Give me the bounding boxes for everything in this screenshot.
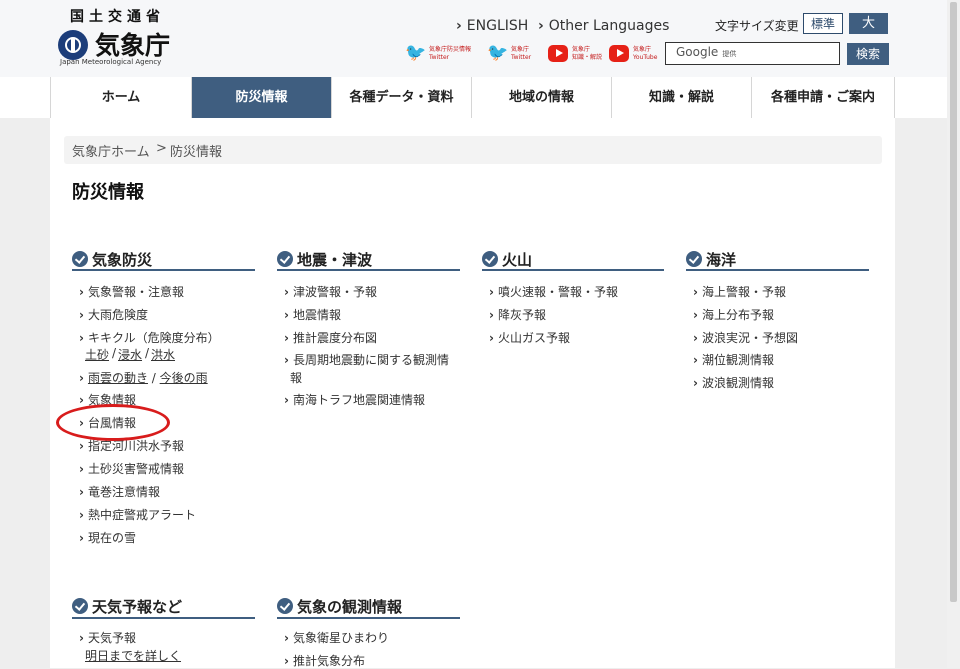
link-forecast-detail[interactable]: 明日までを詳しく [85,647,181,664]
youtube-icon [609,45,629,62]
check-circle-icon [277,251,293,267]
breadcrumb-home-link[interactable]: 気象庁ホーム [72,141,150,160]
page-title: 防災情報 [72,182,144,203]
link-marine-warning[interactable]: › 海上警報・予報 [693,283,786,300]
search-button[interactable]: 検索 [847,43,889,65]
link-kikikuru[interactable]: › キキクル（危険度分布） [79,329,220,346]
nav-home[interactable]: ホーム [50,77,191,118]
link-himawari[interactable]: › 気象衛星ひまわり [284,629,389,646]
main-content [50,118,895,668]
google-search-brand: Google 提供 [676,45,737,59]
link-tsunami-warning[interactable]: › 津波警報・予報 [284,283,377,300]
link-wave-observation[interactable]: › 波浪観測情報 [693,374,774,391]
link-warnings[interactable]: › 気象警報・注意報 [79,283,184,300]
link-kikikuru-inundation[interactable]: 浸水 [118,346,142,363]
chevron-right-icon: › [456,18,462,34]
font-size-label: 文字サイズ変更 [715,19,799,33]
youtube-jma-link[interactable]: 気象庁 YouTube [609,43,667,67]
agency-english-name: Japan Meteorological Agency [60,58,162,66]
chevron-right-icon: › [538,18,544,34]
link-volcanic-gas[interactable]: › 火山ガス予報 [489,329,570,346]
link-seismic-intensity-map[interactable]: › 推計震度分布図 [284,329,377,346]
link-nankai-trough[interactable]: › 南海トラフ地震関連情報 [284,391,425,408]
link-future-rain[interactable]: 今後の雨 [160,371,208,385]
link-landslide-alert[interactable]: › 土砂災害警戒情報 [79,460,184,477]
link-ashfall-forecast[interactable]: › 降灰予報 [489,306,546,323]
link-weather-forecast[interactable]: › 天気予報 [79,629,136,646]
site-header: 国土交通省 気象庁 Japan Meteorological Agency › E… [0,0,947,77]
link-long-period-motion-cont[interactable]: 報 [290,369,302,386]
scrollbar-thumb[interactable] [950,2,957,602]
youtube-knowledge-link[interactable]: 気象庁 知識・解説 [548,43,606,67]
link-long-period-motion[interactable]: › 長周期地震動に関する観測情 [284,351,449,368]
twitter-icon: 🐦 [487,43,509,63]
agency-name[interactable]: 気象庁 [95,26,170,62]
english-link[interactable]: › ENGLISH [456,18,528,34]
check-circle-icon [72,251,88,267]
ministry-name: 国土交通省 [70,9,165,25]
link-heatstroke-alert[interactable]: › 熱中症警戒アラート [79,506,196,523]
jma-logo-icon[interactable] [58,30,88,60]
nav-disaster-info[interactable]: 防災情報 [191,77,331,118]
nav-regional-info[interactable]: 地域の情報 [471,77,611,118]
check-circle-icon [482,251,498,267]
link-rain-cloud-movement[interactable]: 雨雲の動き [88,371,148,385]
other-languages-link[interactable]: › Other Languages [538,18,669,34]
nav-data[interactable]: 各種データ・資料 [331,77,471,118]
breadcrumb-current: 防災情報 [170,145,223,160]
link-current-snow[interactable]: › 現在の雪 [79,529,136,546]
link-rain-cloud-row: › 雨雲の動き / 今後の雨 [79,371,208,385]
nav-applications[interactable]: 各種申請・ご案内 [751,77,894,118]
link-kikikuru-flood[interactable]: 洪水 [151,346,175,363]
search-input[interactable]: Google 提供 [665,42,840,65]
check-circle-icon [277,598,293,614]
check-circle-icon [686,251,702,267]
font-standard-button[interactable]: 標準 [803,13,843,34]
link-kikikuru-landslide[interactable]: 土砂 [85,346,109,363]
link-estimated-weather-map[interactable]: › 推計気象分布 [284,652,365,669]
link-tide-observation[interactable]: › 潮位観測情報 [693,351,774,368]
twitter-jma-link[interactable]: 🐦 気象庁 Twitter [487,43,545,67]
breadcrumb: 気象庁ホーム > 防災情報 [64,136,882,164]
link-tornado-info[interactable]: › 竜巻注意情報 [79,483,160,500]
global-nav: ホーム 防災情報 各種データ・資料 地域の情報 知識・解説 各種申請・ご案内 [0,77,947,118]
nav-knowledge[interactable]: 知識・解説 [611,77,751,118]
twitter-icon: 🐦 [405,43,427,63]
link-heavy-rain-risk[interactable]: › 大雨危険度 [79,306,148,323]
link-earthquake-info[interactable]: › 地震情報 [284,306,341,323]
breadcrumb-separator: > [156,141,167,156]
check-circle-icon [72,598,88,614]
link-wave-chart[interactable]: › 波浪実況・予想図 [693,329,798,346]
youtube-icon [548,45,568,62]
typhoon-highlight-circle [56,404,170,441]
link-marine-forecast-map[interactable]: › 海上分布予報 [693,306,774,323]
link-eruption-alert[interactable]: › 噴火速報・警報・予報 [489,283,618,300]
font-large-button[interactable]: 大 [849,13,888,34]
twitter-bousai-link[interactable]: 🐦 気象庁防災情報 Twitter [405,43,483,67]
